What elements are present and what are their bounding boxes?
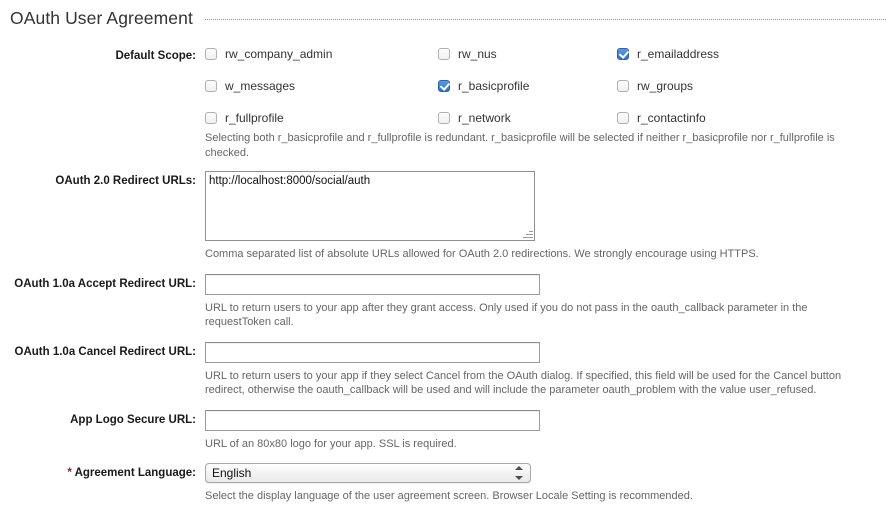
checkbox-box-icon[interactable] [438,48,450,60]
field-row-cancel-redirect: OAuth 1.0a Cancel Redirect URL: URL to r… [0,341,892,398]
field-app-logo-url: URL of an 80x80 logo for your app. SSL i… [196,409,892,452]
checkbox-label: r_fullprofile [225,111,284,125]
label-accept-redirect: OAuth 1.0a Accept Redirect URL: [14,277,196,290]
redirect-urls-textarea[interactable] [205,171,535,241]
section-header: OAuth User Agreement [0,0,892,30]
required-marker: * [67,467,72,479]
scope-checkbox-grid: rw_company_admin rw_nus r_emailaddress w… [205,46,892,125]
checkbox-box-icon[interactable] [205,48,217,60]
checkbox-label: r_basicprofile [458,79,530,93]
oauth-user-agreement-page: OAuth User Agreement Default Scope: rw_c… [0,0,892,510]
oauth-settings-form: Default Scope: rw_company_admin rw_nus r… [0,30,892,504]
label-agreement-language-text: Agreement Language: [74,467,196,479]
checkbox-box-checked-icon[interactable] [438,80,450,92]
help-text-default-scope: Selecting both r_basicprofile and r_full… [205,132,835,159]
label-redirect-urls: OAuth 2.0 Redirect URLs: [55,175,196,187]
field-row-agreement-language: * Agreement Language: English Select the… [0,463,892,504]
checkbox-label: rw_nus [458,47,497,61]
checkbox-r-emailaddress[interactable]: r_emailaddress [617,47,892,61]
field-row-app-logo-url: App Logo Secure URL: URL of an 80x80 log… [0,409,892,452]
checkbox-rw-company-admin[interactable]: rw_company_admin [205,47,438,61]
checkbox-box-icon[interactable] [205,80,217,92]
select-wrapper[interactable]: English [205,463,531,483]
checkbox-label: rw_groups [637,79,694,93]
checkbox-rw-nus[interactable]: rw_nus [438,47,617,61]
checkbox-box-icon[interactable] [617,80,629,92]
checkbox-box-checked-icon[interactable] [617,48,629,60]
help-text-cancel-redirect: URL to return users to your app if they … [205,369,842,397]
label-agreement-language: * Agreement Language: [0,463,196,480]
checkbox-label: rw_company_admin [225,47,333,61]
checkbox-w-messages[interactable]: w_messages [205,79,438,93]
field-cancel-redirect: URL to return users to your app if they … [196,341,892,398]
checkbox-box-icon[interactable] [438,112,450,124]
textarea-wrapper [205,171,535,241]
field-redirect-urls: Comma separated list of absolute URLs al… [196,171,892,262]
accept-redirect-input[interactable] [205,273,540,295]
checkbox-r-basicprofile[interactable]: r_basicprofile [438,79,617,93]
label-default-scope: Default Scope: [115,50,196,62]
checkbox-box-icon[interactable] [205,112,217,124]
header-divider [204,19,886,21]
field-row-accept-redirect: OAuth 1.0a Accept Redirect URL: URL to r… [0,273,892,330]
help-text-accept-redirect: URL to return users to your app after th… [205,301,808,329]
app-logo-url-input[interactable] [205,409,540,431]
help-text-app-logo-url: URL of an 80x80 logo for your app. SSL i… [205,437,457,450]
checkbox-rw-groups[interactable]: rw_groups [617,79,892,93]
checkbox-label: r_contactinfo [637,111,706,125]
help-text-redirect-urls: Comma separated list of absolute URLs al… [205,248,759,260]
field-row-redirect-urls: OAuth 2.0 Redirect URLs: Comma separated… [0,171,892,262]
checkbox-label: r_emailaddress [637,47,720,61]
field-agreement-language: English Select the display language of t… [196,463,892,504]
cancel-redirect-input[interactable] [205,341,540,363]
field-default-scope: rw_company_admin rw_nus r_emailaddress w… [196,46,892,160]
field-accept-redirect: URL to return users to your app after th… [196,273,892,330]
page-title: OAuth User Agreement [10,8,193,28]
help-text-agreement-language: Select the display language of the user … [205,490,693,502]
checkbox-label: w_messages [225,79,296,93]
label-cancel-redirect: OAuth 1.0a Cancel Redirect URL: [14,345,196,358]
agreement-language-select[interactable]: English [205,463,531,483]
field-row-default-scope: Default Scope: rw_company_admin rw_nus r… [0,46,892,160]
checkbox-r-contactinfo[interactable]: r_contactinfo [617,111,892,125]
checkbox-r-network[interactable]: r_network [438,111,617,125]
label-app-logo-url: App Logo Secure URL: [70,413,196,426]
checkbox-r-fullprofile[interactable]: r_fullprofile [205,111,438,125]
checkbox-label: r_network [458,111,511,125]
checkbox-box-icon[interactable] [617,112,629,124]
